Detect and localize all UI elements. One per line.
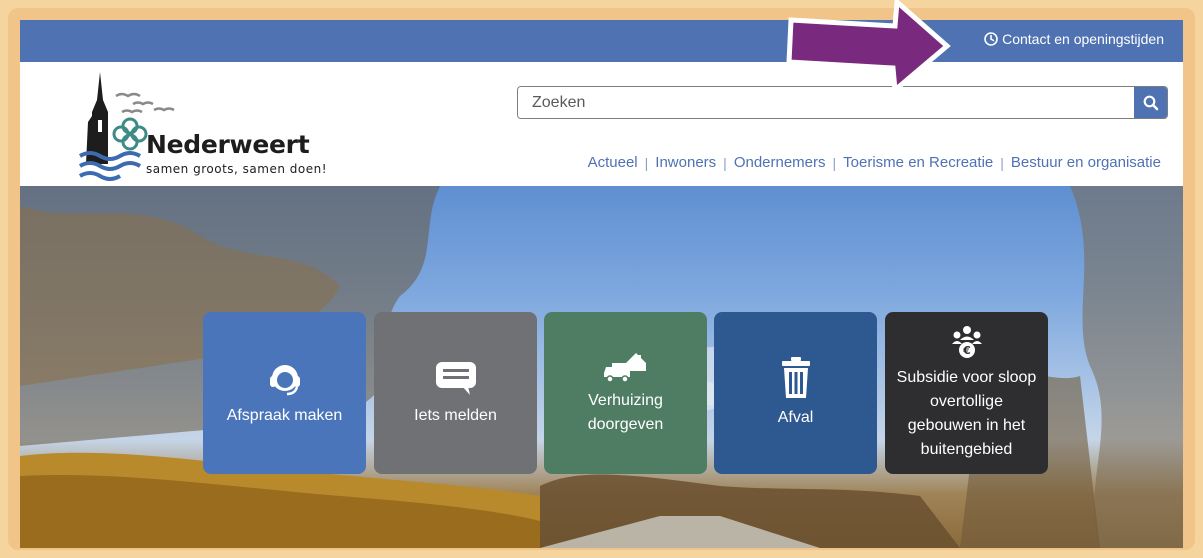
pointer-arrow-icon	[786, 0, 951, 96]
nav-item-bestuur[interactable]: Bestuur en organisatie	[1011, 154, 1161, 171]
header: Nederweert samen groots, samen doen! Act…	[20, 62, 1183, 186]
tile-label: Afval	[777, 409, 814, 426]
nav-item-ondernemers[interactable]: Ondernemers	[734, 154, 826, 171]
main-nav: Actueel | Inwoners | Ondernemers | Toeri…	[588, 154, 1161, 171]
site-logo[interactable]: Nederweert samen groots, samen doen!	[78, 72, 378, 184]
nav-item-inwoners[interactable]: Inwoners	[655, 154, 716, 171]
nav-separator: |	[723, 154, 727, 171]
tile-afspraak-maken[interactable]: Afspraak maken	[203, 312, 366, 474]
trash-icon	[781, 357, 810, 398]
hero-banner: Afspraak maken Iets melden Verhuizing do…	[20, 186, 1183, 548]
quick-links: Afspraak maken Iets melden Verhuizing do…	[20, 186, 1183, 548]
tile-subsidie-sloop[interactable]: € Subsidie voor sloop overtollige gebouw…	[885, 312, 1048, 474]
moving-truck-icon	[603, 353, 646, 383]
logo-name: Nederweert	[146, 130, 310, 159]
contact-link-label: Contact en openingstijden	[1002, 31, 1164, 47]
nav-separator: |	[832, 154, 837, 171]
contact-openingstijden-link[interactable]: Contact en openingstijden	[984, 31, 1164, 47]
tile-label: Afspraak maken	[226, 407, 343, 424]
tile-iets-melden[interactable]: Iets melden	[374, 312, 537, 474]
tile-label: Subsidie voor sloop overtollige gebouwen…	[896, 369, 1037, 458]
webpage: Contact en openingstijden Nederweert sam…	[20, 20, 1183, 548]
tile-label: Verhuizing doorgeven	[587, 392, 664, 433]
clock-icon	[984, 32, 998, 46]
svg-text:€: €	[962, 344, 971, 357]
chat-icon	[435, 362, 476, 395]
search-icon	[1143, 95, 1158, 110]
nav-item-toerisme[interactable]: Toerisme en Recreatie	[843, 154, 993, 171]
nav-separator: |	[644, 154, 649, 171]
tile-label: Iets melden	[414, 407, 497, 424]
nav-separator: |	[1000, 154, 1004, 171]
tile-afval[interactable]: Afval	[714, 312, 877, 474]
headset-icon	[269, 365, 300, 396]
search-button[interactable]	[1134, 87, 1167, 118]
nav-item-actueel[interactable]: Actueel	[588, 154, 638, 171]
subsidy-group-icon: €	[951, 326, 982, 358]
tile-verhuizing-doorgeven[interactable]: Verhuizing doorgeven	[544, 312, 707, 474]
logo-slogan: samen groots, samen doen!	[146, 162, 328, 176]
top-bar: Contact en openingstijden	[20, 20, 1183, 62]
